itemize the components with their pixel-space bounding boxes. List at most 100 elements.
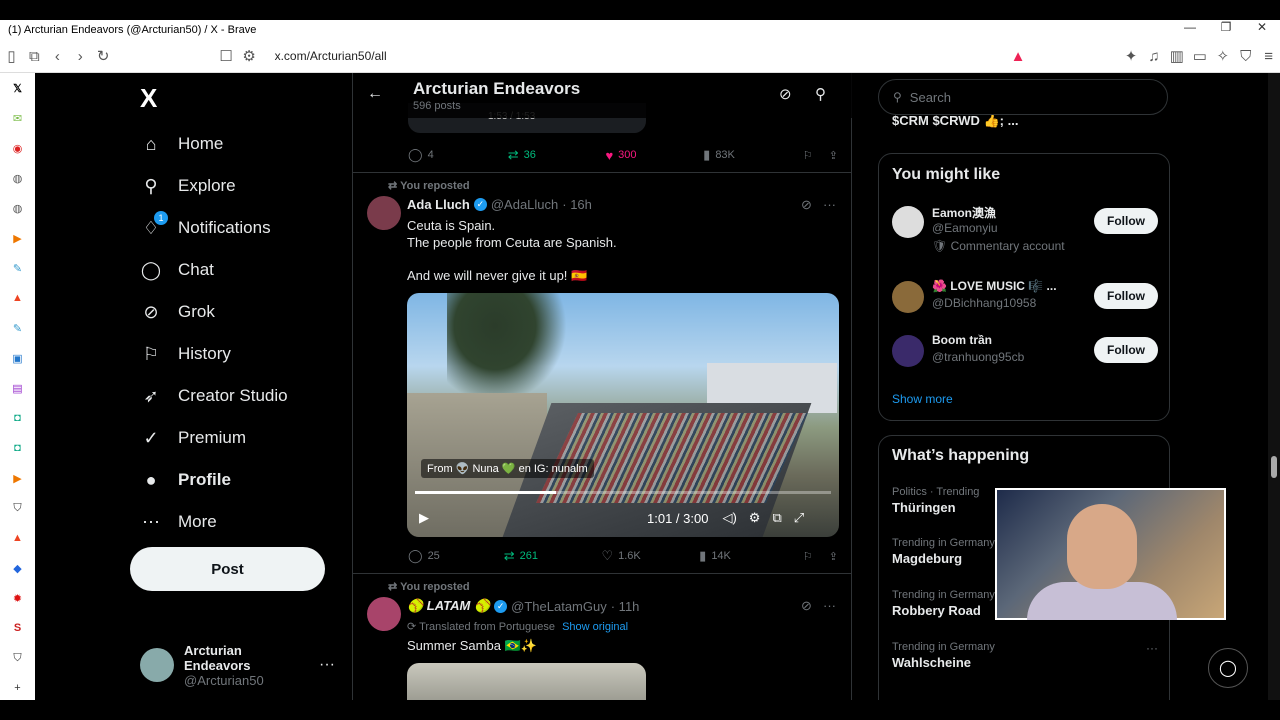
nav-creator-studio[interactable]: ➶ Creator Studio — [140, 385, 287, 407]
follow-button[interactable]: Follow — [1094, 208, 1158, 234]
show-more-link[interactable]: Show more — [892, 392, 953, 406]
trend-item[interactable]: Trending in Germany Wahlscheine ··· — [892, 641, 1158, 670]
drop-tab-icon[interactable]: ◆ — [0, 553, 35, 583]
back-arrow-icon[interactable]: ← — [367, 85, 383, 103]
x-logo-icon[interactable]: X — [140, 83, 157, 114]
avatar[interactable] — [367, 196, 401, 230]
globe-tab-icon[interactable]: ◍ — [0, 193, 35, 223]
chat-fab-button[interactable]: ◯ — [1208, 648, 1248, 688]
media-icon[interactable]: ♫ — [1142, 48, 1165, 65]
grok-explain-icon[interactable]: ⊘ — [801, 197, 812, 213]
feather-tab-icon[interactable]: ✎ — [0, 253, 35, 283]
mail-tab-icon[interactable]: ✉ — [0, 103, 35, 133]
pip-icon[interactable]: ⧉ — [772, 510, 781, 526]
s-tab-icon[interactable]: S — [0, 613, 35, 643]
maple-tab-icon[interactable]: ✹ — [0, 583, 35, 613]
author-name[interactable]: Ada Lluch — [407, 197, 470, 212]
vpn-icon[interactable]: ⛉ — [1234, 48, 1257, 65]
record-tab-icon[interactable]: ◉ — [0, 133, 35, 163]
play-icon[interactable]: ▶ — [419, 510, 429, 526]
author-handle[interactable]: @TheLatamGuy — [511, 599, 607, 614]
settings-icon[interactable]: ⚙ — [749, 510, 761, 526]
suggestion-item[interactable]: 🌺 LOVE MUSIC 🎼 ... @DBichhang10958 Follo… — [892, 277, 1158, 323]
follow-button[interactable]: Follow — [1094, 337, 1158, 363]
play-tab-icon[interactable]: ▶ — [0, 223, 35, 253]
nav-premium[interactable]: ✓ Premium — [140, 427, 246, 449]
app-tab-icon[interactable]: ▣ — [0, 343, 35, 373]
nav-notifications[interactable]: ♢ 1 Notifications — [140, 211, 271, 239]
show-original-link[interactable]: Show original — [562, 621, 628, 633]
bookmark-button[interactable]: ⚐ — [803, 149, 829, 162]
wallet-icon[interactable]: ▭ — [1188, 47, 1211, 65]
shield-tab-icon[interactable]: ⛉ — [0, 493, 35, 523]
brave-tab-icon[interactable]: ▲ — [0, 523, 35, 553]
volume-icon[interactable]: ◁) — [722, 510, 736, 526]
twitch-tab-icon[interactable]: ▤ — [0, 373, 35, 403]
reply-button[interactable]: ◯ 4 — [408, 147, 508, 163]
post-button[interactable]: Post — [130, 547, 325, 591]
scrollbar-thumb[interactable] — [1271, 456, 1277, 478]
repost-button[interactable]: ⇄ 261 — [504, 548, 602, 564]
forward-icon[interactable]: › — [69, 48, 92, 65]
brave-tab-icon[interactable]: ▲ — [0, 283, 35, 313]
sidebar-toggle-icon[interactable]: ▯ — [0, 47, 23, 65]
search-input[interactable]: ⚲ Search — [878, 79, 1168, 115]
more-icon[interactable]: ··· — [823, 598, 836, 613]
tab-icon[interactable]: ⧉ — [23, 48, 46, 65]
tweet-media[interactable] — [407, 663, 646, 700]
new-tab-icon[interactable]: + — [0, 673, 35, 703]
reload-icon[interactable]: ↻ — [92, 47, 115, 65]
more-icon[interactable]: ··· — [823, 197, 836, 212]
avatar[interactable] — [367, 597, 401, 631]
nav-grok[interactable]: ⊘ Grok — [140, 301, 214, 323]
follow-button[interactable]: Follow — [1094, 283, 1158, 309]
video-progress-bar[interactable] — [415, 491, 831, 494]
shield-tab-icon[interactable]: ⛉ — [0, 643, 35, 673]
grok-explain-icon[interactable]: ⊘ — [801, 598, 812, 614]
menu-icon[interactable]: ≡ — [1257, 48, 1280, 65]
sidebar-icon[interactable]: ▥ — [1165, 47, 1188, 65]
maximize-icon[interactable]: ❐ — [1208, 20, 1244, 34]
suggestion-item[interactable]: Boom trần @tranhuong95cb Follow — [892, 331, 1158, 377]
video-player[interactable]: From 👽 Nuna 💚 en IG: nunalm ▶ 1:01 / 3:0… — [407, 293, 839, 537]
leo-icon[interactable]: ✧ — [1211, 47, 1234, 65]
repost-button[interactable]: ⇄ 36 — [508, 147, 606, 163]
nav-profile[interactable]: ● Profile — [140, 469, 231, 491]
x-tab-icon[interactable]: 𝕏 — [0, 73, 35, 103]
account-switcher[interactable]: Arcturian Endeavors @Arcturian50 ··· — [140, 643, 335, 688]
author-name[interactable]: 🥎 LATAM 🥎 — [407, 598, 490, 614]
more-icon[interactable]: ··· — [1146, 641, 1158, 655]
nav-chat[interactable]: ◯ Chat — [140, 259, 214, 281]
nav-explore[interactable]: ⚲ Explore — [140, 175, 235, 197]
tweet-time[interactable]: · 16h — [562, 197, 592, 212]
bot-tab-icon[interactable]: ◘ — [0, 433, 35, 463]
author-handle[interactable]: @AdaLluch — [491, 197, 558, 212]
suggestion-item[interactable]: Eamon澳漁 @Eamonyiu 🛡 Commentary account F… — [892, 202, 1158, 253]
bookmark-page-icon[interactable]: ☐ — [215, 47, 238, 65]
close-icon[interactable]: ✕ — [1244, 20, 1280, 34]
search-header-icon[interactable]: ⚲ — [815, 85, 826, 103]
views-button[interactable]: ▮ 83K — [703, 147, 803, 163]
grok-header-icon[interactable]: ⊘ — [779, 85, 792, 103]
play-tab-icon[interactable]: ▶ — [0, 463, 35, 493]
globe-tab-icon[interactable]: ◍ — [0, 163, 35, 193]
tweet-time[interactable]: · 11h — [611, 599, 640, 614]
feather-tab-icon[interactable]: ✎ — [0, 313, 35, 343]
account-more-icon[interactable]: ··· — [319, 656, 335, 674]
extensions-icon[interactable]: ✦ — [1120, 47, 1143, 65]
reply-button[interactable]: ◯ 25 — [408, 548, 504, 564]
like-button[interactable]: ♡ 1.6K — [601, 548, 699, 564]
views-button[interactable]: ▮ 14K — [699, 548, 803, 564]
share-icon[interactable]: ⇪ — [829, 149, 838, 162]
share-icon[interactable]: ⇪ — [829, 550, 838, 563]
back-icon[interactable]: ‹ — [46, 48, 69, 65]
bookmark-button[interactable]: ⚐ — [803, 550, 829, 563]
nav-more[interactable]: ⋯ More — [140, 511, 217, 533]
bot-tab-icon[interactable]: ◘ — [0, 403, 35, 433]
page-scrollbar[interactable] — [1268, 73, 1280, 700]
like-button[interactable]: ♥ 300 — [605, 148, 703, 163]
nav-home[interactable]: ⌂ Home — [140, 133, 224, 155]
fullscreen-icon[interactable]: ⤢ — [794, 510, 804, 526]
minimize-icon[interactable]: — — [1172, 20, 1208, 34]
brave-shield-icon[interactable]: ▲ — [1007, 48, 1030, 65]
